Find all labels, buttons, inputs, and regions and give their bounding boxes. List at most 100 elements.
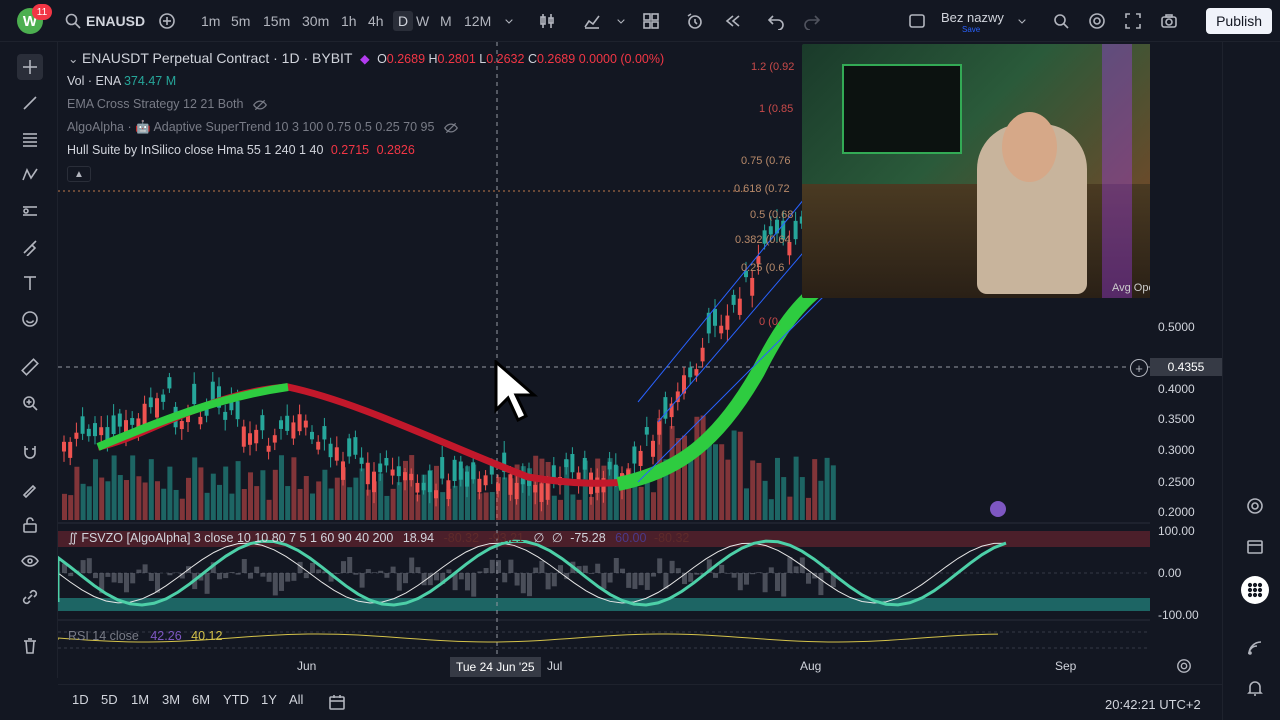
notifications-button[interactable] [1241,674,1269,702]
target-button[interactable] [1241,492,1269,520]
interval-button-d[interactable]: D [393,0,414,42]
interval-button-4h[interactable]: 4h [368,0,384,42]
collapse-legend-button[interactable]: ▲ [67,166,91,182]
interval-button-15m[interactable]: 15m [263,0,290,42]
interval-button-m[interactable]: M [440,0,452,42]
snapshot-button[interactable] [1160,0,1178,42]
indicators-button[interactable] [583,0,601,42]
range-1y[interactable]: 1Y [261,692,277,707]
notification-badge: 11 [32,4,52,20]
brush-tool[interactable] [17,234,43,260]
text-tool[interactable] [17,270,43,296]
interval-button-5m[interactable]: 5m [231,0,250,42]
osc-histogram-bar [713,573,718,578]
symbol-title[interactable]: ENAUSDT Perpetual Contract · 1D · BYBIT [82,50,353,66]
right-sidebar [1222,42,1280,720]
eye-icon [21,555,39,567]
ohlc-high: 0.2801 [437,52,476,66]
emoji-tool[interactable] [17,306,43,332]
indicator-hull[interactable]: Hull Suite by InSilico close Hma 55 1 24… [67,143,415,157]
osc-histogram-bar [359,573,365,588]
replay-button[interactable] [724,0,742,42]
calendar-button[interactable] [1241,532,1269,560]
clock-timezone[interactable]: 20:42:21 UTC+2 [1105,697,1201,712]
range-3m[interactable]: 3M [162,692,180,707]
range-5d[interactable]: 5D [101,692,118,707]
mouse-pointer-icon [494,360,539,423]
alert-button[interactable] [686,0,704,42]
oscillator-legend[interactable]: ∬ FSVZO [AlgoAlpha] 3 close 10 10 80 7 5… [68,530,689,545]
volume-bar [322,469,328,520]
undo-button[interactable] [767,0,785,42]
eye-hidden-icon[interactable] [443,121,458,135]
crosshair-tool[interactable] [17,54,43,80]
fullscreen-button[interactable] [1124,0,1142,42]
date-range-calendar-icon[interactable] [328,693,346,711]
layout-dropdown[interactable] [1016,0,1028,42]
fib-tool[interactable] [17,126,43,152]
compare-add-button[interactable] [158,0,176,42]
price-scale[interactable]: 0.5000 0.4000 0.3500 0.3000 0.2500 0.2000 0.4… [1150,42,1222,656]
publish-button[interactable]: Publish [1206,8,1272,34]
ruler-tool[interactable] [17,354,43,380]
lock-drawings-tool[interactable] [17,512,43,538]
fsvzo-value-5: ∅ [551,531,563,545]
streams-button[interactable] [1241,634,1269,662]
settings-button[interactable] [1088,0,1106,42]
time-scale[interactable]: Jun Jul Aug Sep Tue 24 Jun '25 [58,656,1191,678]
volume-value: 374.47 M [123,74,177,88]
link-tool[interactable] [17,584,43,610]
redo-button[interactable] [803,0,821,42]
ohlc-o-label: O [377,52,387,66]
settings-gear-icon[interactable] [1176,658,1192,674]
osc-histogram-bar [80,560,86,573]
osc-histogram-bar [148,573,154,581]
interval-button-1h[interactable]: 1h [341,0,357,42]
hide-drawings-tool[interactable] [17,548,43,574]
remove-drawings-tool[interactable] [17,633,43,659]
volume-bar [694,416,700,520]
volume-bar [217,484,222,520]
indicators-dropdown[interactable] [615,0,627,42]
fsvzo-value-4: ∅ [533,531,545,545]
interval-w: W [416,13,430,29]
interval-button-1m[interactable]: 1m [201,0,220,42]
quick-search-button[interactable] [1052,0,1070,42]
volume-bar [576,499,582,520]
trend-line-tool[interactable] [17,90,43,116]
candle-body [285,415,290,431]
alarm-clock-icon [687,13,702,29]
interval-button-w[interactable]: W [416,0,429,42]
interval-button-30m[interactable]: 30m [302,0,329,42]
prediction-tool[interactable] [17,198,43,224]
symbol-search-button[interactable]: ENAUSD [64,0,145,42]
chart-type-button[interactable] [538,0,556,42]
pattern-tool[interactable] [17,162,43,188]
add-price-alert-button[interactable]: + [1130,359,1148,377]
volume-bar [558,499,563,520]
layout-name[interactable]: Bez nazwy [941,10,1004,25]
range-1d[interactable]: 1D [72,692,89,707]
magnet-tool[interactable] [17,439,43,465]
interval-dropdown-button[interactable] [503,0,515,42]
stay-drawing-tool[interactable] [17,476,43,502]
eye-hidden-icon[interactable] [253,98,267,112]
candle-body [477,478,482,493]
indicator-supertrend[interactable]: AlgoAlpha · 🤖 Adaptive SuperTrend 10 3 1… [67,120,458,135]
templates-button[interactable] [642,0,660,42]
apps-button[interactable] [1241,576,1269,604]
zoom-tool[interactable] [17,390,43,416]
volume-bar [483,492,489,520]
candle-body [161,394,166,402]
range-all[interactable]: All [289,692,303,707]
indicator-ema-cross[interactable]: EMA Cross Strategy 12 21 Both [67,97,267,112]
layout-square-icon[interactable] [908,0,926,42]
volume-bar [421,474,427,520]
interval-button-12m[interactable]: 12M [464,0,491,42]
rsi-legend[interactable]: RSI 14 close 42.26 40.12 [68,629,222,643]
range-ytd[interactable]: YTD [223,692,249,707]
candle-body [353,437,358,455]
range-1m[interactable]: 1M [131,692,149,707]
volume-bar [285,486,291,520]
range-6m[interactable]: 6M [192,692,210,707]
